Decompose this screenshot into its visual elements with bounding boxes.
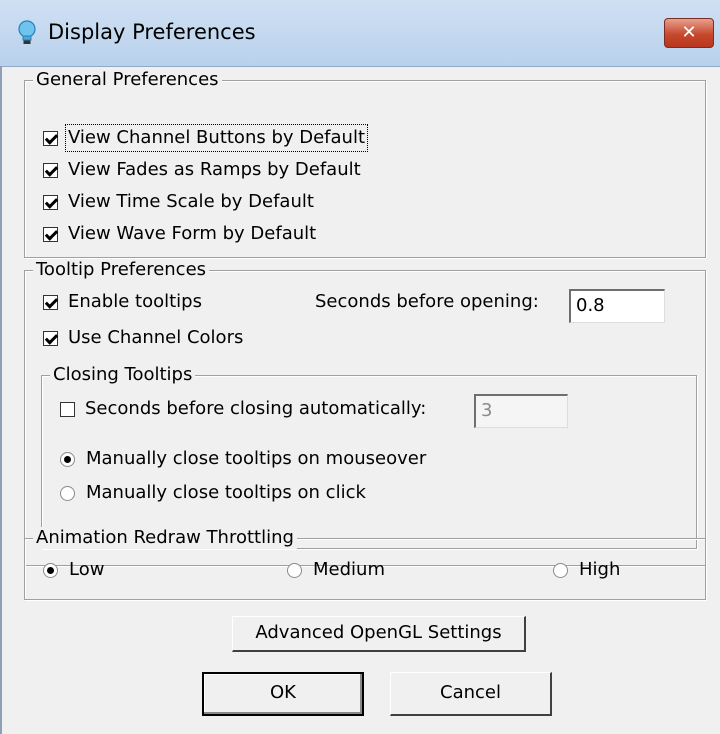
tooltip-preferences-legend: Tooltip Preferences (33, 259, 210, 281)
cancel-button[interactable]: Cancel (390, 672, 552, 716)
general-preferences-legend: General Preferences (33, 69, 222, 91)
checkbox-label: View Channel Buttons by Default (64, 124, 369, 152)
checkbox-view-time-scale[interactable]: View Time Scale by Default (43, 191, 314, 213)
closing-tooltips-group: Closing Tooltips Seconds before closing … (41, 364, 697, 549)
radio-label: Low (69, 559, 105, 580)
seconds-before-opening-label: Seconds before opening: (315, 291, 539, 312)
close-button[interactable]: ✕ (664, 18, 714, 48)
checkbox-label: Use Channel Colors (68, 327, 244, 348)
radio-icon[interactable] (43, 562, 58, 578)
checkbox-view-channel-buttons[interactable]: View Channel Buttons by Default (43, 124, 369, 152)
title-bar[interactable]: Display Preferences ✕ (0, 0, 720, 67)
display-preferences-dialog: Display Preferences ✕ General Preference… (0, 0, 720, 734)
animation-throttling-legend: Animation Redraw Throttling (33, 527, 297, 549)
seconds-before-opening-input[interactable]: 0.8 (569, 289, 665, 323)
checkbox-view-fades-as-ramps[interactable]: View Fades as Ramps by Default (43, 159, 361, 181)
checkbox-close-automatically[interactable]: Seconds before closing automatically: (60, 398, 426, 420)
checkbox-label: View Wave Form by Default (68, 223, 317, 244)
tooltip-preferences-group: Tooltip Preferences Enable tooltips Seco… (24, 259, 706, 566)
checkbox-icon[interactable] (43, 330, 58, 346)
radio-close-on-click[interactable]: Manually close tooltips on click (60, 482, 366, 504)
radio-medium[interactable]: Medium (287, 559, 385, 581)
radio-label: High (579, 559, 621, 580)
radio-high[interactable]: High (553, 559, 620, 581)
animation-throttling-group: Animation Redraw Throttling Low Medium H… (24, 527, 706, 600)
checkbox-label: View Time Scale by Default (68, 191, 314, 212)
advanced-opengl-settings-button[interactable]: Advanced OpenGL Settings (232, 616, 526, 652)
radio-label: Medium (313, 559, 385, 580)
checkbox-label: Enable tooltips (68, 291, 202, 312)
dialog-client-area: General Preferences View Channel Buttons… (0, 66, 720, 734)
lightbulb-icon (18, 20, 36, 44)
checkbox-enable-tooltips[interactable]: Enable tooltips (43, 291, 202, 313)
radio-icon[interactable] (60, 451, 75, 467)
radio-label: Manually close tooltips on mouseover (86, 448, 427, 469)
checkbox-view-wave-form[interactable]: View Wave Form by Default (43, 223, 316, 245)
radio-label: Manually close tooltips on click (86, 482, 366, 503)
checkbox-use-channel-colors[interactable]: Use Channel Colors (43, 327, 243, 349)
seconds-before-closing-input[interactable]: 3 (474, 394, 568, 428)
radio-icon[interactable] (287, 562, 302, 578)
general-preferences-group: General Preferences View Channel Buttons… (24, 69, 706, 258)
ok-button[interactable]: OK (202, 672, 364, 716)
window-title: Display Preferences (48, 20, 256, 44)
checkbox-icon[interactable] (60, 401, 75, 417)
checkbox-label: Seconds before closing automatically: (85, 398, 427, 419)
checkbox-label: View Fades as Ramps by Default (68, 159, 361, 180)
checkbox-icon[interactable] (43, 294, 58, 310)
radio-low[interactable]: Low (43, 559, 104, 581)
radio-close-on-mouseover[interactable]: Manually close tooltips on mouseover (60, 448, 426, 470)
radio-icon[interactable] (553, 562, 568, 578)
checkbox-icon[interactable] (43, 162, 58, 178)
checkbox-icon[interactable] (43, 130, 58, 146)
radio-icon[interactable] (60, 485, 75, 501)
closing-tooltips-legend: Closing Tooltips (50, 364, 196, 386)
checkbox-icon[interactable] (43, 226, 58, 242)
checkbox-icon[interactable] (43, 194, 58, 210)
